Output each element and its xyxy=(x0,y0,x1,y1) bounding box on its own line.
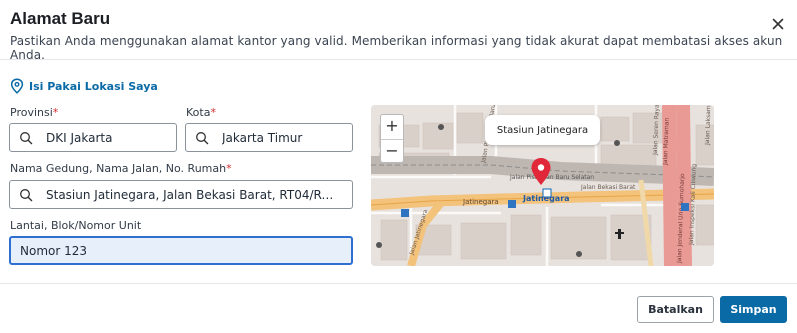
lantai-input[interactable]: Nomor 123 xyxy=(9,236,353,265)
search-icon xyxy=(20,131,33,144)
provinsi-label: Provinsi* xyxy=(10,106,58,119)
alamat-label-text: Nama Gedung, Nama Jalan, No. Rumah xyxy=(10,162,227,175)
lantai-value: Nomor 123 xyxy=(20,243,88,258)
dialog-subtitle: Pastikan Anda menggunakan alamat kantor … xyxy=(10,34,783,62)
close-icon[interactable] xyxy=(770,16,786,32)
required-mark: * xyxy=(52,106,59,119)
search-icon xyxy=(196,131,209,144)
kota-value: Jakarta Timur xyxy=(222,130,303,145)
map-label-jatinegara-road: Jatinegara xyxy=(462,198,499,206)
kota-field[interactable]: Jakarta Timur xyxy=(185,123,353,152)
location-pin-icon xyxy=(10,78,24,94)
lantai-label: Lantai, Blok/Nomor Unit xyxy=(10,219,141,232)
provinsi-field[interactable]: DKI Jakarta xyxy=(9,123,177,152)
header-divider xyxy=(0,59,797,60)
map-label-bekasi-barat: Jalan Bekasi Barat xyxy=(580,184,636,191)
dialog-header: Alamat Baru Pastikan Anda menggunakan al… xyxy=(10,9,787,62)
use-my-location-link[interactable]: Isi Pakai Lokasi Saya xyxy=(10,78,158,94)
kota-label: Kota* xyxy=(186,106,216,119)
required-mark: * xyxy=(210,106,216,119)
alamat-value: Stasiun Jatinegara, Jalan Bekasi Barat, … xyxy=(46,187,352,202)
lantai-label-text: Lantai, Blok/Nomor Unit xyxy=(10,219,142,232)
location-map[interactable]: Jatinegara Jatinegara Jalan Jatinegara J… xyxy=(371,105,714,266)
map-pin-icon[interactable] xyxy=(530,157,552,187)
kota-label-text: Kota xyxy=(186,106,211,119)
alamat-field[interactable]: Stasiun Jatinegara, Jalan Bekasi Barat, … xyxy=(9,180,353,209)
dialog-title: Alamat Baru xyxy=(10,9,111,28)
required-mark: * xyxy=(226,162,232,175)
zoom-control: + − xyxy=(380,114,404,163)
search-icon xyxy=(20,188,33,201)
provinsi-label-text: Provinsi xyxy=(10,106,53,119)
alamat-label: Nama Gedung, Nama Jalan, No. Rumah* xyxy=(10,162,232,175)
map-popup-label: Stasiun Jatinegara xyxy=(496,124,589,136)
zoom-in-button[interactable]: + xyxy=(381,115,403,139)
provinsi-value: DKI Jakarta xyxy=(46,130,113,145)
map-popup: Stasiun Jatinegara xyxy=(485,115,600,145)
map-label-jatinegara: Jatinegara xyxy=(522,194,570,203)
zoom-out-button[interactable]: − xyxy=(381,139,403,163)
save-button[interactable]: Simpan xyxy=(720,296,787,323)
use-my-location-label: Isi Pakai Lokasi Saya xyxy=(29,79,158,93)
cancel-button[interactable]: Batalkan xyxy=(637,296,714,323)
footer-divider xyxy=(0,283,797,284)
